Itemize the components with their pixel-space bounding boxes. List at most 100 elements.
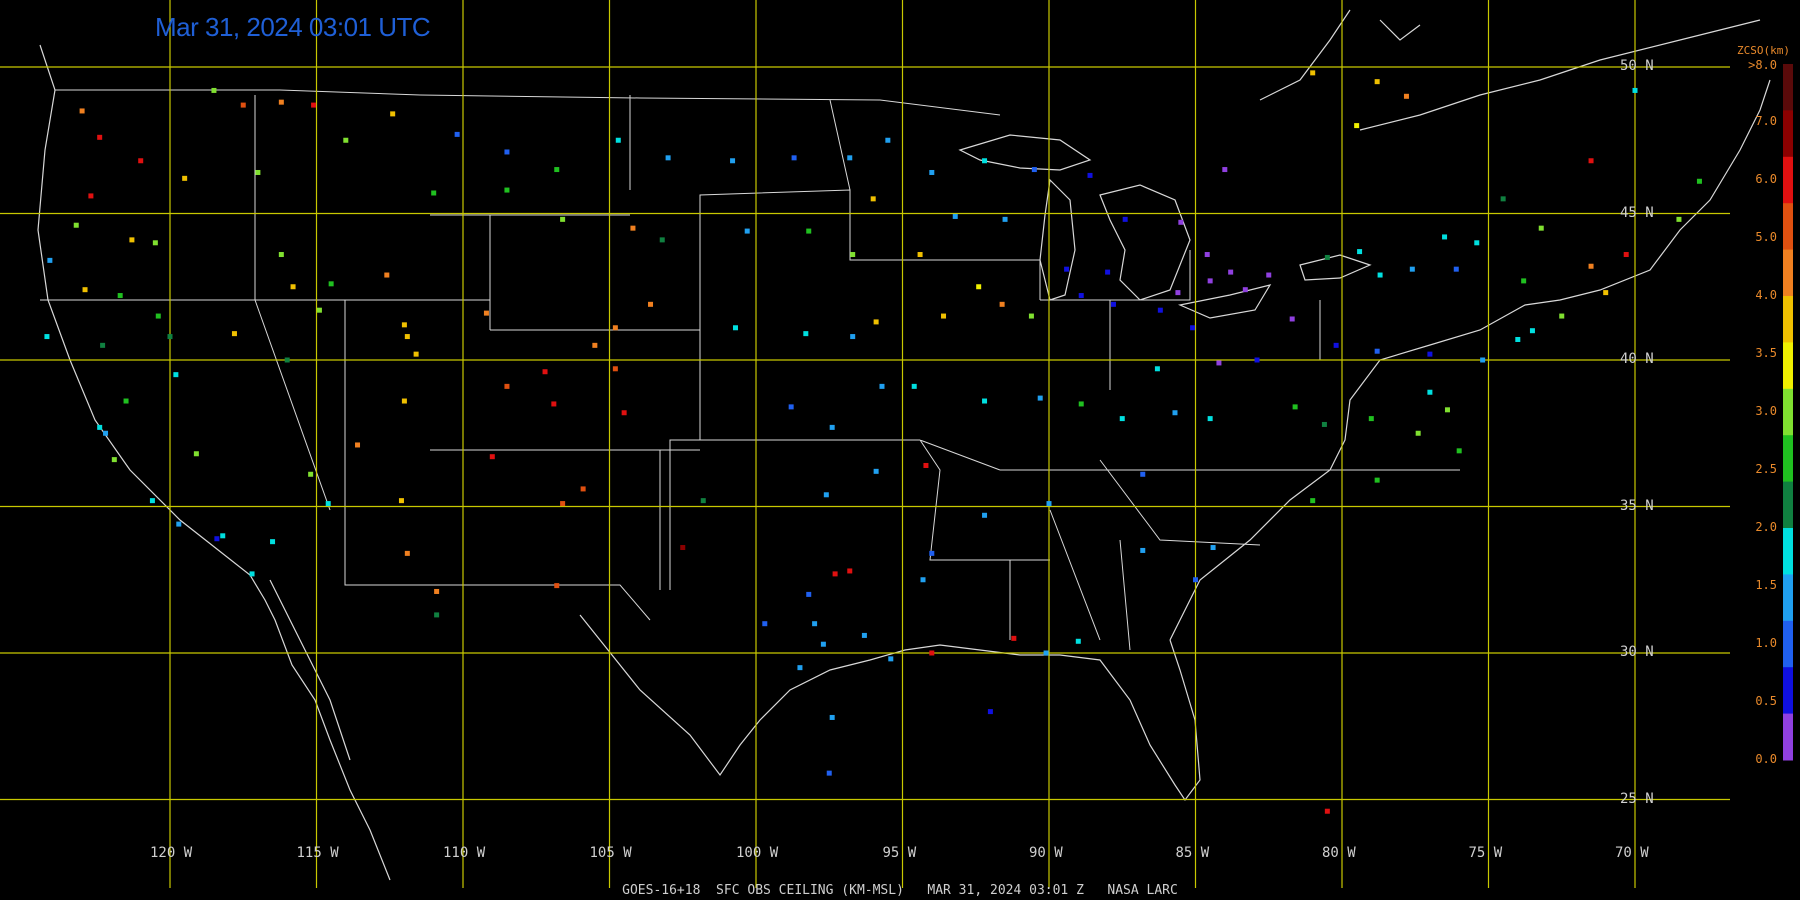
station-marker bbox=[850, 252, 856, 258]
station-marker bbox=[193, 451, 199, 457]
station-marker bbox=[401, 322, 407, 328]
station-marker bbox=[630, 225, 636, 231]
station-marker bbox=[982, 398, 988, 404]
station-marker bbox=[826, 770, 832, 776]
station-marker bbox=[1154, 366, 1160, 372]
station-marker bbox=[621, 410, 627, 416]
station-marker bbox=[1324, 808, 1330, 814]
scale-color-segment bbox=[1783, 574, 1793, 622]
scale-color-segment bbox=[1783, 110, 1793, 158]
station-marker bbox=[732, 325, 738, 331]
station-marker bbox=[847, 155, 853, 161]
scale-color-segment bbox=[1783, 342, 1793, 390]
station-marker bbox=[832, 571, 838, 577]
scale-label: 1.0 bbox=[1755, 636, 1777, 650]
scale-color-segment bbox=[1783, 296, 1793, 343]
station-marker bbox=[1427, 389, 1433, 395]
longitude-label: 110 W bbox=[443, 845, 486, 861]
station-marker bbox=[1119, 416, 1125, 422]
longitude-label: 90 W bbox=[1029, 845, 1063, 861]
footer-caption: GOES-16+18 SFC OBS CEILING (KM-MSL) MAR … bbox=[622, 883, 1178, 898]
station-marker bbox=[1087, 172, 1093, 178]
station-marker bbox=[976, 284, 982, 290]
station-marker bbox=[1228, 269, 1234, 275]
station-marker bbox=[929, 650, 935, 656]
station-marker bbox=[873, 319, 879, 325]
station-marker bbox=[1603, 290, 1609, 296]
station-marker bbox=[1632, 87, 1638, 93]
station-marker bbox=[612, 366, 618, 372]
station-marker bbox=[404, 550, 410, 556]
station-marker bbox=[923, 462, 929, 468]
longitude-label: 105 W bbox=[589, 845, 632, 861]
station-marker bbox=[580, 486, 586, 492]
station-marker bbox=[1529, 328, 1535, 334]
station-marker bbox=[401, 398, 407, 404]
station-marker bbox=[152, 240, 158, 246]
station-marker bbox=[1538, 225, 1544, 231]
scale-color-segment bbox=[1783, 481, 1793, 529]
station-marker bbox=[1216, 360, 1222, 366]
station-marker bbox=[149, 498, 155, 504]
station-marker bbox=[612, 325, 618, 331]
station-marker bbox=[97, 424, 103, 430]
station-marker bbox=[1368, 416, 1374, 422]
station-marker bbox=[1480, 357, 1486, 363]
lat-lon-grid bbox=[0, 0, 1730, 888]
station-marker bbox=[489, 454, 495, 460]
station-marker bbox=[1324, 254, 1330, 260]
canada-coast bbox=[1259, 9, 1761, 131]
station-marker bbox=[117, 293, 123, 299]
color-scale-bar bbox=[1783, 64, 1793, 761]
station-marker bbox=[1377, 272, 1383, 278]
station-marker bbox=[1474, 240, 1480, 246]
station-marker bbox=[325, 501, 331, 507]
station-marker bbox=[1193, 577, 1198, 583]
latitude-label: 25 N bbox=[1620, 790, 1654, 807]
station-marker bbox=[278, 99, 284, 105]
longitude-label: 75 W bbox=[1468, 845, 1503, 861]
station-marker bbox=[1588, 263, 1594, 269]
station-marker bbox=[1210, 545, 1216, 551]
station-marker bbox=[920, 577, 926, 583]
station-marker bbox=[791, 155, 797, 161]
station-marker bbox=[1002, 216, 1008, 222]
scale-color-segment bbox=[1783, 64, 1793, 111]
station-marker bbox=[404, 334, 410, 340]
station-marker bbox=[129, 237, 135, 243]
station-marker bbox=[1254, 357, 1260, 363]
station-marker bbox=[762, 621, 768, 627]
station-marker bbox=[343, 137, 349, 143]
state-borders bbox=[40, 89, 1460, 651]
station-marker bbox=[680, 545, 686, 551]
station-marker bbox=[220, 533, 226, 539]
longitude-label: 85 W bbox=[1175, 845, 1210, 861]
station-marker bbox=[278, 252, 284, 258]
scale-label: 3.0 bbox=[1755, 404, 1777, 418]
scale-color-segment bbox=[1783, 435, 1793, 483]
station-marker bbox=[1427, 351, 1433, 357]
station-marker bbox=[911, 383, 917, 389]
scale-label: 5.0 bbox=[1755, 230, 1777, 244]
station-marker bbox=[847, 568, 853, 574]
station-marker bbox=[1374, 477, 1380, 483]
station-marker bbox=[1403, 93, 1409, 99]
gulf-coastline bbox=[579, 614, 1201, 802]
station-marker bbox=[308, 471, 314, 477]
station-marker bbox=[384, 272, 390, 278]
station-marker bbox=[1064, 266, 1070, 272]
station-marker bbox=[73, 222, 79, 228]
station-marker bbox=[504, 149, 510, 155]
station-marker bbox=[1623, 252, 1629, 258]
station-marker bbox=[1521, 278, 1527, 284]
station-marker bbox=[182, 175, 188, 181]
coastline-layer bbox=[37, 9, 1771, 881]
longitude-label: 80 W bbox=[1322, 845, 1356, 861]
station-marker bbox=[829, 714, 835, 720]
station-marker bbox=[999, 301, 1005, 307]
station-marker bbox=[1078, 293, 1084, 299]
station-marker bbox=[1222, 167, 1228, 173]
state-border bbox=[40, 89, 1460, 651]
station-marker bbox=[1157, 307, 1163, 313]
station-marker bbox=[873, 468, 879, 474]
